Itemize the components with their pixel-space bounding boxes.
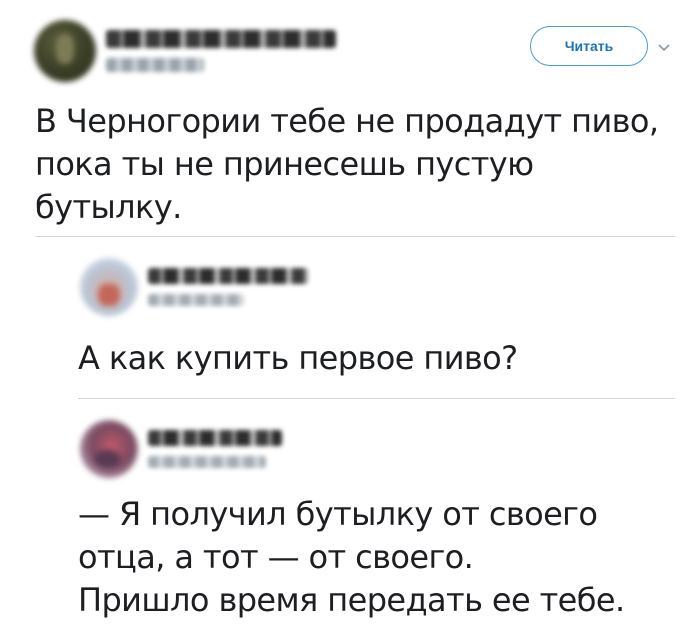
author-handle-blurred[interactable] [106,58,204,72]
divider [78,398,675,399]
reply-line: — Я получил бутылку от своего [78,495,598,533]
reply-author-name-blurred[interactable] [148,430,282,446]
reply-avatar[interactable] [80,420,138,478]
tweet-body: В Черногории тебе не продадут пиво, пока… [35,100,675,229]
tweet-line: В Черногории тебе не продадут пиво, [35,102,659,140]
tweet-line: бутылку. [35,188,182,226]
tweet-line: пока ты не принесешь пустую [35,145,534,183]
follow-button[interactable]: Читать [530,26,648,66]
reply-body: — Я получил бутылку от своего отца, а то… [78,493,678,622]
reply-author-name-blurred[interactable] [148,268,308,284]
author-name-blurred[interactable] [106,30,336,48]
reply-avatar[interactable] [80,258,138,316]
author-avatar[interactable] [34,20,96,82]
divider [35,236,675,237]
reply-body: А как купить первое пиво? [78,337,678,380]
reply-author-handle-blurred[interactable] [148,456,266,468]
reply-line: Пришло время передать ее тебе. [78,581,625,619]
tweet-thread: Читать В Черногории тебе не продадут пив… [0,0,684,629]
chevron-down-icon[interactable] [654,38,674,58]
reply-line: отца, а тот — от своего. [78,538,474,576]
reply-line: А как купить первое пиво? [78,339,518,377]
reply-author-handle-blurred[interactable] [148,294,244,306]
